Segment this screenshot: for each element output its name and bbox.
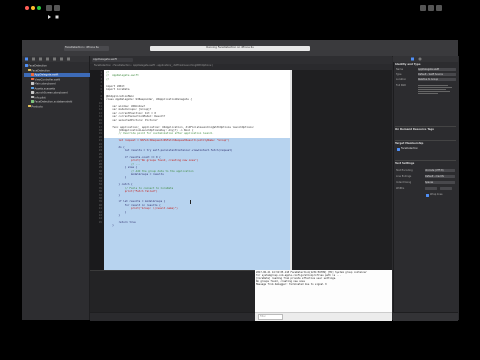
storyboard-icon [31, 91, 34, 94]
navigator-tab-icons [25, 57, 70, 61]
navigator-item-label: FaceDetection [28, 64, 47, 68]
console-filter-bar: Filter [255, 312, 392, 321]
editor-empty-area [292, 70, 392, 270]
full-path-value [418, 84, 454, 104]
target-membership-title: Target Membership [395, 142, 424, 145]
navigator-item[interactable]: LaunchScreen.storyboard [24, 91, 94, 95]
navigator-tab-bar [22, 56, 89, 62]
scheme-selector[interactable]: FaceDetection › iPhone 6s [64, 46, 109, 51]
navigator-item[interactable]: Products [24, 104, 91, 109]
on-demand-title: On Demand Resource Tags [395, 128, 434, 131]
toggle-inspector-button[interactable] [436, 5, 442, 11]
navigator-item[interactable]: FaceDetection [24, 68, 91, 73]
navigator-item[interactable]: Main.storyboard [24, 82, 94, 86]
target-checkbox[interactable] [397, 148, 400, 151]
play-icon [48, 15, 51, 19]
text-cursor [190, 200, 191, 204]
navigator-item[interactable]: Info.plist [24, 95, 94, 100]
encoding-select[interactable]: Unicode (UTF-8) [425, 169, 455, 172]
widths-label: Widths [396, 187, 405, 190]
line-endings-select[interactable]: Default - macOS [425, 175, 455, 178]
code-line: let request = NSFetchRequest<NSFetchRequ… [106, 139, 230, 142]
location-label: Location [396, 78, 407, 81]
inspector-divider [395, 126, 456, 127]
inspector-divider [395, 140, 456, 141]
indent-width-field[interactable] [440, 187, 452, 190]
inspector-divider [395, 160, 456, 161]
code-selection[interactable]: let request = NSFetchRequest<NSFetchRequ… [104, 138, 290, 270]
navigator-item[interactable]: FaceDetection.xcdatamodeld [24, 100, 94, 104]
inspector-tab-icons [411, 57, 422, 61]
debug-bar [90, 312, 255, 321]
wrap-lines-label: Wrap lines [430, 193, 443, 196]
minimize-window-button[interactable] [31, 6, 35, 10]
stop-icon [55, 15, 59, 19]
navigator-item-label: Assets.xcassets [34, 86, 55, 90]
folder-icon [28, 68, 31, 71]
code-line: let results = try self.persistentContain… [106, 149, 233, 153]
type-label: Type [396, 73, 402, 76]
activity-status: Running FaceDetection on iPhone 6s [150, 46, 310, 51]
code-area[interactable]: //// AppDelegate.swift// import UIKit imp… [104, 70, 290, 138]
navigator-item-label: LaunchScreen.storyboard [34, 91, 68, 95]
plist-icon [31, 95, 34, 98]
location-select[interactable]: Relative to Group [418, 78, 456, 81]
code-line: } [106, 224, 114, 228]
navigator-item-label: Info.plist [34, 95, 46, 99]
navigator-item[interactable]: AppDelegate.swift [24, 73, 94, 77]
console-line: Message from debugger: Terminated due to… [256, 283, 327, 287]
target-label: FaceDetection [401, 147, 419, 150]
navigator-item-label: AppDelegate.swift [34, 73, 59, 77]
swift-file-icon [31, 77, 34, 80]
identity-type-title: Identity and Type [395, 63, 421, 66]
swift-file-icon [31, 73, 34, 76]
storyboard-icon [31, 82, 34, 85]
code-line: // Override point for customization afte… [106, 132, 214, 136]
full-path-label: Full Path [396, 84, 407, 87]
navigator-item[interactable]: FaceDetection [24, 64, 88, 68]
encoding-label: Text Encoding [396, 169, 413, 172]
tab-appdelegate[interactable]: AppDelegate.swift [92, 58, 133, 62]
indent-label: Indent Using [396, 181, 412, 184]
console-filter-input[interactable]: Filter [258, 314, 283, 320]
screen: { "toolbar": { "scheme": "FaceDetection"… [0, 0, 480, 360]
navigator-item-label: ViewController.swift [34, 77, 61, 81]
toggle-navigator-button[interactable] [420, 5, 426, 11]
run-button[interactable] [46, 5, 52, 19]
datamodel-icon [31, 100, 34, 103]
navigator-item-label: FaceDetection.xcdatamodeld [34, 100, 73, 104]
toggle-debug-button[interactable] [428, 5, 434, 11]
scheme-label: FaceDetection [65, 46, 84, 49]
folder-icon [28, 104, 31, 107]
code-lines: //// AppDelegate.swift// import UIKit imp… [106, 71, 254, 136]
type-select[interactable]: Default - Swift Source [418, 73, 456, 76]
selected-code-lines: let request = NSFetchRequest<NSFetchRequ… [106, 139, 233, 228]
name-field[interactable]: AppDelegate.swift [418, 68, 456, 71]
navigator-item-label: FaceDetection [31, 68, 50, 72]
inspector-tab-bar [393, 56, 458, 62]
tab-width-field[interactable] [425, 187, 437, 190]
zoom-window-button[interactable] [37, 6, 41, 10]
console-output: 2017-06-21 14:32:05.118 FaceDetection[12… [256, 271, 367, 286]
name-label: Name [396, 68, 404, 71]
text-settings-title: Text Settings [395, 162, 415, 165]
object-library-bar [393, 312, 458, 321]
navigator-item[interactable]: ViewController.swift [24, 77, 94, 82]
line-number-gutter: 1 2 3 4 5 6 7 8 9 10 11 12 13 14 15 16 17 18 19 20 21 22 23 24 2… [90, 70, 104, 271]
indent-select[interactable]: Spaces [425, 181, 455, 184]
close-window-button[interactable] [25, 6, 29, 10]
navigator-item-label: Products [31, 104, 43, 108]
navigator-item[interactable]: Assets.xcassets [24, 86, 94, 91]
line-endings-label: Line Endings [396, 175, 412, 178]
stop-button[interactable] [54, 5, 60, 19]
line-number: 45 [98, 220, 102, 224]
wrap-lines-checkbox[interactable] [426, 194, 429, 197]
device-label: iPhone 6s [86, 46, 99, 49]
project-icon [25, 64, 28, 67]
assets-icon [31, 86, 34, 89]
navigator-item-label: Main.storyboard [34, 82, 56, 86]
